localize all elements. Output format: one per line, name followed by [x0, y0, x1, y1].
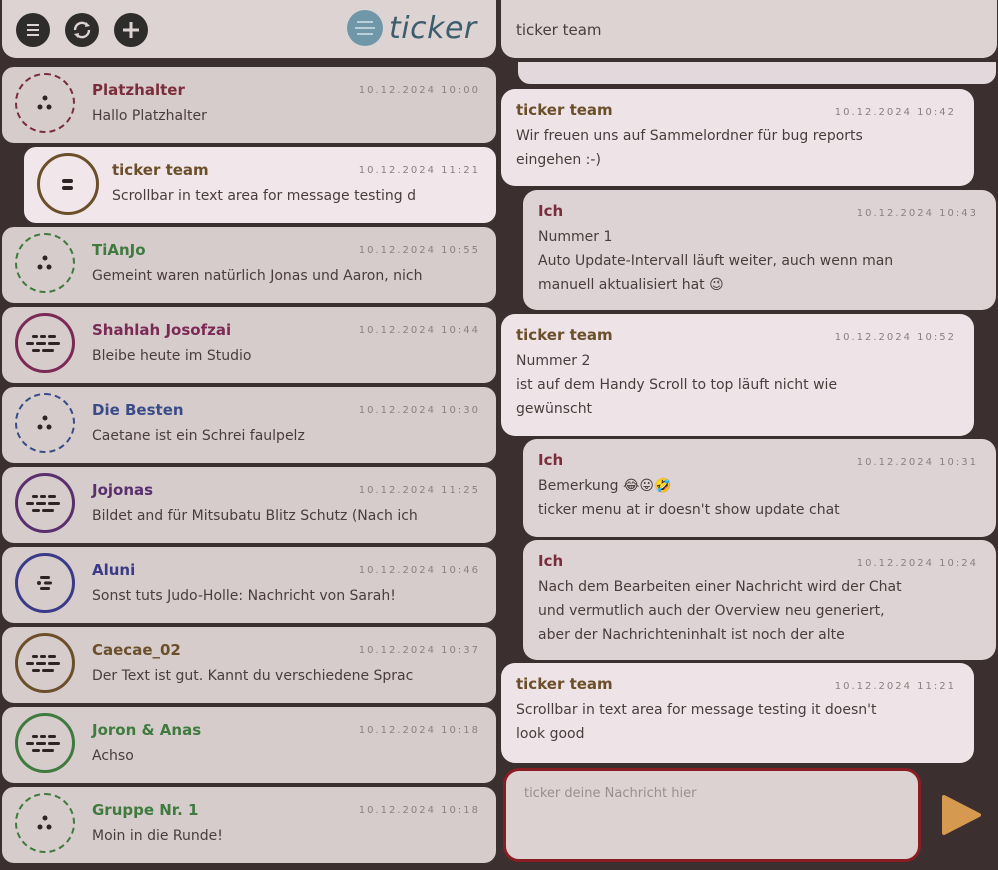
- menu-icon: [27, 24, 39, 36]
- chat-list-item[interactable]: ticker team 10.12.2024 11:21 Scrollbar in …: [24, 147, 496, 223]
- chat-preview: Scrollbar in text area for message testi…: [112, 188, 416, 204]
- chat-list-item[interactable]: Platzhalter 10.12.2024 10:00 Hallo Platzha…: [2, 67, 496, 143]
- chat-preview: Gemeint waren natürlich Jonas und Aaron,…: [92, 268, 423, 284]
- message-text: Scrollbar in text area for message testi…: [516, 702, 877, 718]
- message-text: Wir freuen uns auf Sammelordner für bug …: [516, 128, 863, 144]
- chat-timestamp: 10.12.2024 10:44: [358, 325, 480, 336]
- add-icon: [123, 22, 139, 38]
- message-timestamp: 10.12.2024 10:42: [834, 107, 956, 118]
- chat-list-item[interactable]: Die Besten 10.12.2024 10:30 Caetane ist ei…: [2, 387, 496, 463]
- message-text: und vermutlich auch der Overview neu gen…: [538, 603, 885, 619]
- message-timestamp: 10.12.2024 10:43: [856, 208, 978, 219]
- chat-name: Shahlah Josofzai: [92, 321, 232, 339]
- avatar: [15, 553, 75, 613]
- chat-list-item[interactable]: Aluni 10.12.2024 10:46 Sonst tuts Judo-Hol…: [2, 547, 496, 623]
- chat-name: Gruppe Nr. 1: [92, 801, 199, 819]
- received-message[interactable]: ticker team 10.12.2024 10:52 Nummer 2 ist a…: [501, 314, 974, 436]
- chat-name: Caecae_02: [92, 641, 181, 659]
- chat-preview: Sonst tuts Judo-Holle: Nachricht von Sar…: [92, 588, 396, 604]
- message-text: gewünscht: [516, 401, 593, 417]
- menu-button[interactable]: [16, 13, 50, 47]
- chat-timestamp: 10.12.2024 11:21: [358, 165, 480, 176]
- message-timestamp: 10.12.2024 10:24: [856, 558, 978, 569]
- message-text: aber der Nachrichteninhalt ist noch der …: [538, 627, 845, 643]
- chat-timestamp: 10.12.2024 10:18: [358, 725, 480, 736]
- chat-list-item[interactable]: TiAnJo 10.12.2024 10:55 Gemeint waren natü…: [2, 227, 496, 303]
- chat-preview: Hallo Platzhalter: [92, 108, 207, 124]
- chat-timestamp: 10.12.2024 11:25: [358, 485, 480, 496]
- chat-list-item[interactable]: Jojonas 10.12.2024 11:25 Bildet and für Mi…: [2, 467, 496, 543]
- chat-preview: Bildet and für Mitsubatu Blitz Schutz (N…: [92, 508, 418, 524]
- chat-timestamp: 10.12.2024 10:30: [358, 405, 480, 416]
- message-timestamp: 10.12.2024 10:52: [834, 332, 956, 343]
- message-text: ticker menu at ir doesn't show update ch…: [538, 502, 840, 518]
- message-timestamp: 10.12.2024 11:21: [834, 681, 956, 692]
- sent-message[interactable]: Ich 10.12.2024 10:24 Nach dem Bearbeiten e…: [523, 540, 996, 660]
- message-text: ist auf dem Handy Scroll to top läuft ni…: [516, 377, 838, 393]
- avatar: [15, 313, 75, 373]
- avatar: [15, 473, 75, 533]
- chat-preview: Achso: [92, 748, 134, 764]
- message-input[interactable]: [522, 785, 906, 802]
- brand: ticker: [347, 10, 477, 46]
- avatar: [15, 713, 75, 773]
- message-text: look good: [516, 726, 585, 742]
- received-message[interactable]: ticker team 10.12.2024 10:42 Wir freuen un…: [501, 89, 974, 186]
- chat-name: Platzhalter: [92, 81, 185, 99]
- chat-list-item[interactable]: Shahlah Josofzai 10.12.2024 10:44 Bleibe h…: [2, 307, 496, 383]
- chat-preview: Der Text ist gut. Kannt du verschiedene …: [92, 668, 414, 684]
- chat-timestamp: 10.12.2024 10:18: [358, 805, 480, 816]
- conversation-title: ticker team: [516, 21, 602, 39]
- chat-timestamp: 10.12.2024 10:46: [358, 565, 480, 576]
- message-text: Nummer 2: [516, 353, 591, 369]
- chat-timestamp: 10.12.2024 10:37: [358, 645, 480, 656]
- chat-list-item[interactable]: Joron & Anas 10.12.2024 10:18 Achso: [2, 707, 496, 783]
- conversation-header: ticker team: [501, 0, 997, 58]
- avatar: [37, 153, 99, 215]
- chat-name: TiAnJo: [92, 241, 146, 259]
- chat-timestamp: 10.12.2024 10:55: [358, 245, 480, 256]
- brand-name: ticker: [389, 10, 477, 46]
- message-timestamp: 10.12.2024 10:31: [856, 457, 978, 468]
- message-text: Auto Update-Intervall läuft weiter, auch…: [538, 253, 894, 269]
- chat-preview: Moin in die Runde!: [92, 828, 223, 844]
- message-text: Nach dem Bearbeiten einer Nachricht wird…: [538, 579, 902, 595]
- chat-name: Jojonas: [92, 481, 154, 499]
- refresh-button[interactable]: [65, 13, 99, 47]
- message-text: manuell aktualisiert hat 😉: [538, 277, 724, 293]
- message-text: Nummer 1: [538, 229, 613, 245]
- chat-preview: Bleibe heute im Studio: [92, 348, 252, 364]
- chat-list-item[interactable]: Gruppe Nr. 1 10.12.2024 10:18 Moin in die …: [2, 787, 496, 863]
- chat-list-item[interactable]: Caecae_02 10.12.2024 10:37 Der Text ist gu…: [2, 627, 496, 703]
- received-message[interactable]: ticker team 10.12.2024 11:21 Scrollbar in …: [501, 663, 974, 763]
- chat-name: Die Besten: [92, 401, 184, 419]
- avatar: [15, 233, 75, 293]
- chat-name: Joron & Anas: [92, 721, 202, 739]
- avatar: [15, 73, 75, 133]
- chat-name: ticker team: [112, 161, 209, 179]
- message-text: eingehen :-): [516, 152, 601, 168]
- chat-name: Aluni: [92, 561, 136, 579]
- ticker-logo-icon: [347, 10, 383, 46]
- send-icon[interactable]: [940, 794, 982, 836]
- partially-hidden-message: [518, 62, 996, 84]
- avatar: [15, 393, 75, 453]
- avatar: [15, 793, 75, 853]
- message-text: Bemerkung 😂😛🤣: [538, 478, 672, 494]
- refresh-icon: [73, 21, 91, 39]
- message-composer[interactable]: [503, 768, 921, 862]
- avatar: [15, 633, 75, 693]
- add-chat-button[interactable]: [114, 13, 148, 47]
- sent-message[interactable]: Ich 10.12.2024 10:31 Bemerkung 😂😛🤣 ticker m…: [523, 439, 996, 537]
- chat-preview: Caetane ist ein Schrei faulpelz: [92, 428, 305, 444]
- app-header: ticker: [2, 0, 496, 58]
- sent-message[interactable]: Ich 10.12.2024 10:43 Nummer 1 Auto Update-I…: [523, 190, 996, 310]
- chat-timestamp: 10.12.2024 10:00: [358, 85, 480, 96]
